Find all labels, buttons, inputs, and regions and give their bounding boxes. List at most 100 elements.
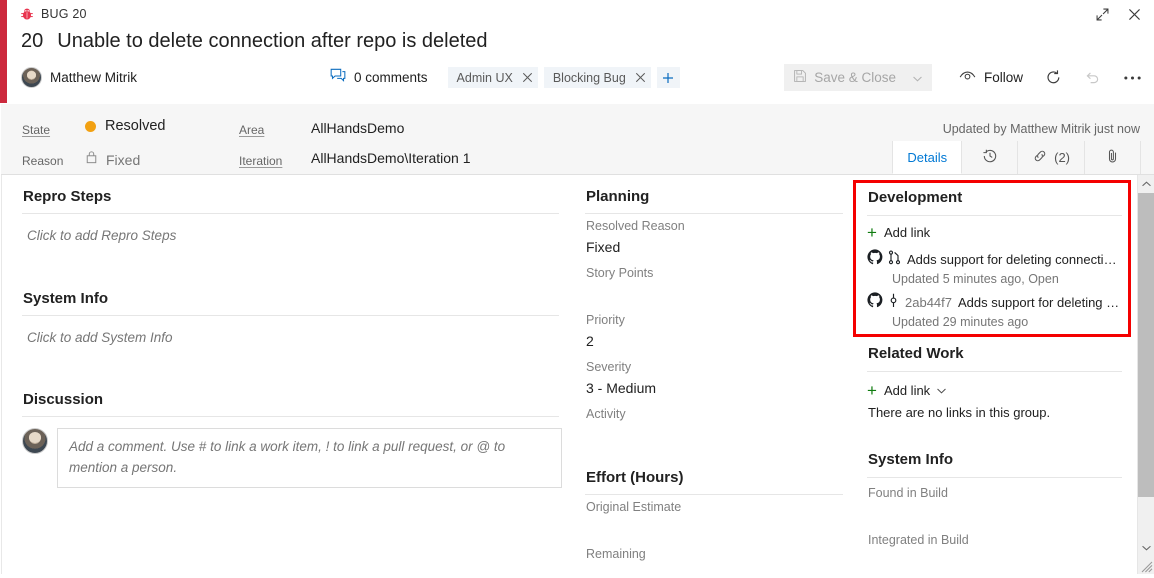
commit-sha: 2ab44f7 — [905, 295, 952, 310]
effort-title: Effort (Hours) — [586, 469, 684, 486]
tag-label: Blocking Bug — [552, 70, 626, 85]
lock-icon — [85, 150, 98, 169]
pull-request-icon — [888, 250, 901, 270]
attachment-icon — [1105, 148, 1120, 167]
tab-links[interactable]: (2) — [1018, 141, 1085, 174]
page-title[interactable]: Unable to delete connection after repo i… — [57, 30, 487, 53]
refresh-icon[interactable] — [1045, 69, 1062, 86]
window-controls — [1094, 6, 1142, 22]
updated-by-text: Updated by Matthew Mitrik just now — [942, 122, 1140, 136]
divider — [585, 213, 843, 214]
priority-label: Priority — [586, 313, 625, 327]
commit-icon — [888, 293, 899, 313]
avatar — [21, 67, 42, 88]
tag-blocking-bug[interactable]: Blocking Bug — [543, 67, 651, 88]
tag-admin-ux[interactable]: Admin UX — [447, 67, 538, 88]
close-icon[interactable] — [1126, 6, 1142, 22]
state-value: Resolved — [105, 118, 166, 134]
comment-bubble-icon — [330, 68, 346, 88]
close-icon[interactable] — [522, 72, 533, 83]
repro-steps-title: Repro Steps — [23, 188, 112, 205]
links-count: (2) — [1054, 150, 1070, 165]
discussion-title: Discussion — [23, 391, 104, 408]
github-icon — [867, 292, 883, 313]
divider — [22, 416, 559, 417]
scrollbar-thumb[interactable] — [1138, 193, 1154, 497]
plus-icon: + — [867, 223, 877, 242]
area-label: Area — [239, 123, 265, 137]
related-work-add-link-label: Add link — [883, 382, 931, 398]
area-value[interactable]: AllHandsDemo — [311, 120, 404, 136]
found-in-build-label: Found in Build — [868, 486, 948, 500]
assigned-to-name: Matthew Mitrik — [50, 70, 138, 85]
development-link-commit[interactable]: 2ab44f7 Adds support for deleting … Upda… — [867, 292, 1119, 329]
detail-tabs: Details (2) — [892, 141, 1141, 174]
assigned-to[interactable]: Matthew Mitrik — [21, 67, 137, 88]
system-info-placeholder[interactable]: Click to add System Info — [27, 330, 173, 345]
related-work-title: Related Work — [868, 345, 964, 362]
avatar — [22, 428, 48, 454]
chevron-down-icon[interactable] — [913, 70, 922, 85]
work-item-body: Repro Steps Click to add Repro Steps Sys… — [1, 175, 1154, 574]
more-actions-button[interactable] — [1123, 75, 1142, 81]
divider — [867, 215, 1122, 216]
comments-link[interactable]: 0 comments — [330, 68, 428, 88]
development-title: Development — [868, 189, 963, 206]
undo-icon[interactable] — [1084, 69, 1101, 86]
activity-label: Activity — [586, 407, 626, 421]
work-item-id: 20 — [21, 30, 44, 52]
add-tag-button[interactable] — [656, 67, 680, 88]
right-system-info-title: System Info — [868, 451, 954, 468]
follow-label: Follow — [983, 70, 1023, 85]
history-icon — [982, 148, 998, 167]
expand-icon[interactable] — [1094, 6, 1110, 22]
vertical-scrollbar[interactable] — [1137, 175, 1154, 574]
comment-composer: Add a comment. Use # to link a work item… — [22, 428, 562, 488]
tab-details[interactable]: Details — [892, 141, 963, 174]
save-and-close-button[interactable]: Save & Close — [784, 64, 932, 91]
commit-title: Adds support for deleting … — [958, 295, 1120, 310]
severity-label: Severity — [586, 360, 632, 374]
header-actions: Save & Close Follow — [784, 64, 1142, 91]
development-link-pull-request[interactable]: Adds support for deleting connecti… Upda… — [867, 249, 1117, 286]
work-item-type-label: BUG 20 — [41, 7, 87, 21]
story-points-label: Story Points — [586, 266, 654, 280]
resolved-reason-label: Resolved Reason — [586, 219, 685, 233]
divider — [867, 477, 1122, 478]
reason-value: Fixed — [106, 151, 141, 168]
work-item-title-row: 20 Unable to delete connection after rep… — [7, 28, 1154, 53]
scroll-down-arrow-icon[interactable] — [1138, 539, 1154, 556]
state-color-dot — [85, 120, 96, 132]
tab-history[interactable] — [962, 141, 1019, 174]
iteration-value[interactable]: AllHandsDemo\Iteration 1 — [311, 150, 471, 166]
chevron-down-icon[interactable] — [937, 381, 946, 399]
related-work-add-link-button[interactable]: + Add link — [867, 381, 946, 399]
eye-icon — [959, 70, 976, 86]
resolved-reason-value[interactable]: Fixed — [586, 239, 620, 255]
work-item-header: BUG 20 20 Unable to delete connection af… — [7, 0, 1154, 103]
bug-icon — [20, 7, 34, 21]
development-add-link-label: Add link — [883, 225, 931, 240]
system-info-title: System Info — [23, 290, 109, 307]
pull-request-title: Adds support for deleting connecti… — [907, 252, 1117, 267]
severity-value[interactable]: 3 - Medium — [586, 380, 656, 396]
state-field[interactable]: Resolved — [85, 118, 165, 134]
priority-value[interactable]: 2 — [586, 333, 594, 349]
work-item-fields-strip: State Reason Area Iteration Resolved Fix… — [1, 104, 1154, 175]
tab-details-label: Details — [907, 149, 948, 165]
development-add-link-button[interactable]: + Add link — [867, 224, 930, 241]
commit-subtitle: Updated 29 minutes ago — [892, 315, 1029, 329]
divider — [22, 315, 559, 316]
save-icon — [793, 69, 807, 86]
resize-grip[interactable] — [1139, 559, 1153, 573]
scroll-up-arrow-icon[interactable] — [1138, 175, 1154, 192]
comment-input[interactable]: Add a comment. Use # to link a work item… — [57, 428, 562, 488]
repro-steps-placeholder[interactable]: Click to add Repro Steps — [27, 228, 176, 243]
plus-icon: + — [867, 380, 877, 400]
tab-attachments[interactable] — [1085, 141, 1141, 174]
follow-button[interactable]: Follow — [959, 70, 1023, 86]
planning-title: Planning — [586, 188, 650, 205]
github-icon — [867, 249, 883, 270]
close-icon[interactable] — [635, 72, 646, 83]
original-estimate-label: Original Estimate — [586, 500, 682, 514]
